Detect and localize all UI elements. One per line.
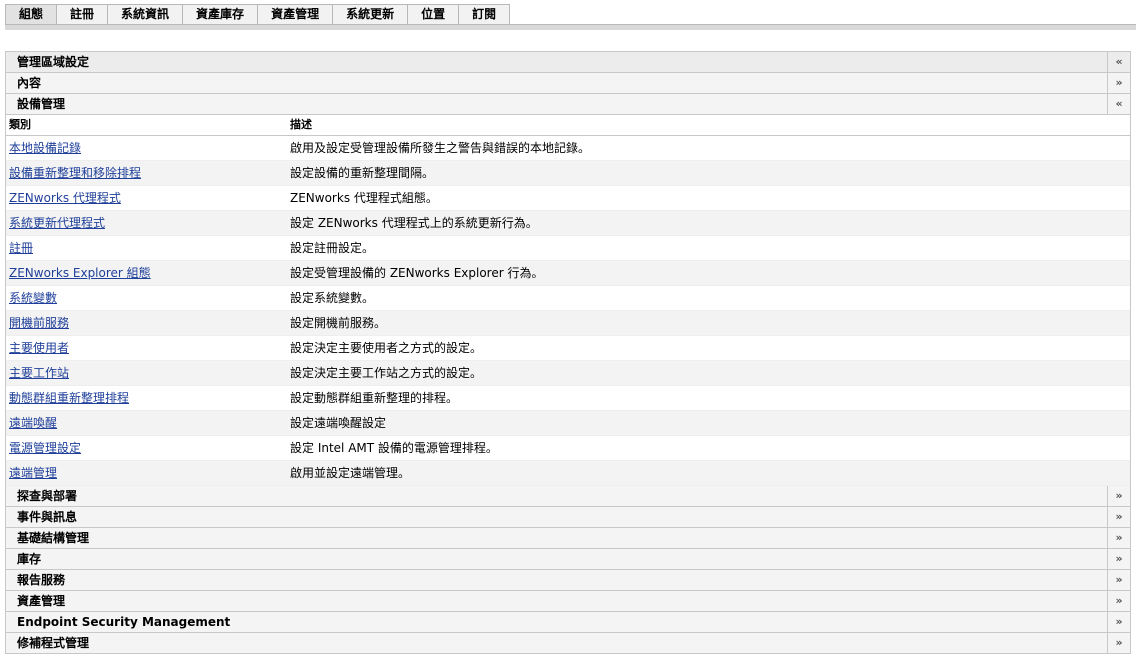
section-title: 內容 [17,76,42,90]
table-header: 類別 描述 [6,115,1130,136]
section-title: 修補程式管理 [17,636,90,650]
category-link[interactable]: 設備重新整理和移除排程 [9,161,141,185]
category-link[interactable]: 遠端喚醒 [9,411,57,435]
row-description: 設定決定主要使用者之方式的設定。 [290,341,483,355]
section-title: 事件與訊息 [17,510,78,524]
category-link[interactable]: 系統更新代理程式 [9,211,105,235]
table-row: 系統變數 設定系統變數。 [6,286,1130,311]
table-row: 遠端喚醒 設定遠端喚醒設定 [6,411,1130,436]
row-description: 設定 ZENworks 代理程式上的系統更新行為。 [290,216,538,230]
section-header-device-management[interactable]: 設備管理 « [6,94,1130,115]
table-row: 設備重新整理和移除排程 設定設備的重新整理間隔。 [6,161,1130,186]
column-header-description: 描述 [290,118,312,131]
table-row: ZENworks 代理程式 ZENworks 代理程式組態。 [6,186,1130,211]
chevron-down-icon[interactable]: » [1107,73,1130,93]
row-description: 設定動態群組重新整理的排程。 [290,391,459,405]
row-description: 設定開機前服務。 [290,316,387,330]
chevron-up-icon[interactable]: « [1107,94,1130,114]
section-header-management-zone[interactable]: 管理區域設定 « [6,52,1130,73]
row-description: 啟用及設定受管理設備所發生之警告與錯誤的本地記錄。 [290,141,591,155]
category-link[interactable]: 本地設備記錄 [9,136,81,160]
category-link[interactable]: 動態群組重新整理排程 [9,386,129,410]
tab-asset-inventory[interactable]: 資產庫存 [183,4,259,25]
category-link[interactable]: ZENworks 代理程式 [9,186,121,210]
section-title: 報告服務 [17,573,66,587]
table-row: 主要使用者 設定決定主要使用者之方式的設定。 [6,336,1130,361]
section-header-endpoint-security[interactable]: Endpoint Security Management » [6,612,1130,633]
section-header-asset-management[interactable]: 資產管理 » [6,591,1130,612]
row-description: 設定系統變數。 [290,291,375,305]
chevron-down-icon[interactable]: » [1107,507,1130,527]
section-title: 管理區域設定 [17,55,90,69]
section-header-patch-management[interactable]: 修補程式管理 » [6,633,1130,654]
tab-asset-management[interactable]: 資產管理 [258,4,334,25]
section-header-inventory[interactable]: 庫存 » [6,549,1130,570]
category-link[interactable]: ZENworks Explorer 組態 [9,261,151,285]
row-description: 啟用並設定遠端管理。 [290,466,411,480]
category-link[interactable]: 主要使用者 [9,336,69,360]
tab-underline [5,24,1136,30]
row-description: 設定設備的重新整理間隔。 [290,166,435,180]
section-title: 基礎結構管理 [17,531,90,545]
category-link[interactable]: 遠端管理 [9,461,57,485]
section-title: 設備管理 [17,97,66,111]
row-description: 設定決定主要工作站之方式的設定。 [290,366,483,380]
category-link[interactable]: 電源管理設定 [9,436,81,460]
table-row: 電源管理設定 設定 Intel AMT 設備的電源管理排程。 [6,436,1130,461]
row-description: 設定受管理設備的 ZENworks Explorer 行為。 [290,266,544,280]
chevron-down-icon[interactable]: » [1107,612,1130,632]
tab-system-updates[interactable]: 系統更新 [333,4,409,25]
row-description: 設定 Intel AMT 設備的電源管理排程。 [290,441,498,455]
section-header-events-messages[interactable]: 事件與訊息 » [6,507,1130,528]
table-row: 遠端管理 啟用並設定遠端管理。 [6,461,1130,486]
tab-registration[interactable]: 註冊 [57,4,109,25]
row-description: 設定註冊設定。 [290,241,375,255]
tab-bar: 組態 註冊 系統資訊 資產庫存 資產管理 系統更新 位置 訂閱 [0,0,1136,30]
table-row: 註冊 設定註冊設定。 [6,236,1130,261]
settings-panel: 管理區域設定 « 內容 » 設備管理 « 類別 描述 本地設備記錄 啟用及設定受管… [5,51,1131,654]
category-link[interactable]: 註冊 [9,236,33,260]
category-link[interactable]: 開機前服務 [9,311,69,335]
chevron-down-icon[interactable]: » [1107,591,1130,611]
category-link[interactable]: 系統變數 [9,286,57,310]
table-row: ZENworks Explorer 組態 設定受管理設備的 ZENworks Ex… [6,261,1130,286]
chevron-down-icon[interactable]: » [1107,633,1130,653]
table-row: 主要工作站 設定決定主要工作站之方式的設定。 [6,361,1130,386]
tab-configuration[interactable]: 組態 [5,4,58,25]
section-header-infrastructure-management[interactable]: 基礎結構管理 » [6,528,1130,549]
section-header-reporting-services[interactable]: 報告服務 » [6,570,1130,591]
table-row: 系統更新代理程式 設定 ZENworks 代理程式上的系統更新行為。 [6,211,1130,236]
row-description: ZENworks 代理程式組態。 [290,191,438,205]
section-title: Endpoint Security Management [17,615,231,629]
table-row: 開機前服務 設定開機前服務。 [6,311,1130,336]
settings-table: 本地設備記錄 啟用及設定受管理設備所發生之警告與錯誤的本地記錄。 設備重新整理和移… [6,136,1130,486]
chevron-up-icon[interactable]: « [1107,52,1130,72]
table-row: 本地設備記錄 啟用及設定受管理設備所發生之警告與錯誤的本地記錄。 [6,136,1130,161]
tab-location[interactable]: 位置 [408,4,460,25]
section-title: 資產管理 [17,594,66,608]
collapsed-sections: 探查與部署 » 事件與訊息 » 基礎結構管理 » 庫存 » 報告服務 » 資產管… [6,486,1130,654]
chevron-down-icon[interactable]: » [1107,549,1130,569]
chevron-down-icon[interactable]: » [1107,486,1130,506]
section-title: 庫存 [17,552,42,566]
chevron-down-icon[interactable]: » [1107,528,1130,548]
row-description: 設定遠端喚醒設定 [290,416,387,430]
table-row: 動態群組重新整理排程 設定動態群組重新整理的排程。 [6,386,1130,411]
tab-subscriptions[interactable]: 訂閱 [459,4,511,25]
category-link[interactable]: 主要工作站 [9,361,69,385]
section-header-content[interactable]: 內容 » [6,73,1130,94]
tab-system-info[interactable]: 系統資訊 [108,4,184,25]
section-title: 探查與部署 [17,489,78,503]
chevron-down-icon[interactable]: » [1107,570,1130,590]
section-header-discovery-deployment[interactable]: 探查與部署 » [6,486,1130,507]
column-header-category: 類別 [9,118,31,131]
tab-list: 組態 註冊 系統資訊 資產庫存 資產管理 系統更新 位置 訂閱 [5,4,511,25]
